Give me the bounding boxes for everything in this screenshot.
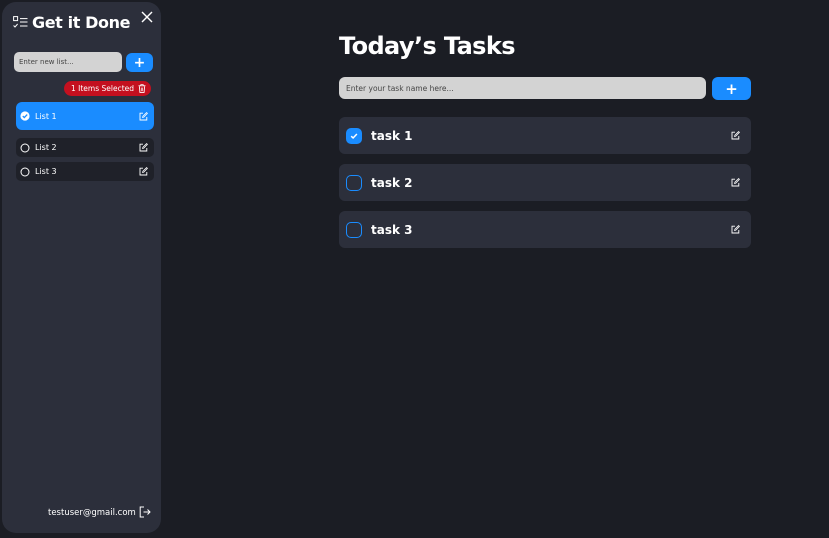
edit-icon[interactable]	[139, 167, 148, 176]
check-icon	[350, 132, 358, 139]
new-list-input[interactable]	[14, 52, 122, 72]
edit-icon[interactable]	[731, 131, 740, 140]
edit-icon[interactable]	[139, 143, 148, 152]
checklist-icon	[13, 15, 28, 28]
task-name: task 1	[371, 128, 413, 143]
sidebar-item-list-2[interactable]: List 2	[16, 138, 154, 157]
edit-icon[interactable]	[731, 225, 740, 234]
selected-count-label: 1 Items Selected	[71, 84, 135, 93]
task-checkbox[interactable]	[346, 221, 362, 238]
circle-icon[interactable]	[20, 143, 30, 153]
task-checkbox[interactable]	[346, 174, 362, 191]
check-icon[interactable]	[20, 111, 30, 121]
task-name: task 3	[371, 222, 413, 237]
selected-items-badge[interactable]: 1 Items Selected	[64, 81, 152, 96]
task-item-1[interactable]: task 1	[339, 117, 751, 154]
brand: Get it Done	[13, 13, 130, 32]
task-item-3[interactable]: task 3	[339, 211, 751, 248]
edit-icon[interactable]	[139, 111, 148, 121]
task-name: task 2	[371, 175, 413, 190]
list-label: List 3	[35, 167, 57, 176]
task-checkbox[interactable]	[346, 127, 362, 144]
brand-title: Get it Done	[32, 13, 131, 32]
add-list-button[interactable]: +	[126, 53, 153, 72]
list-label: List 2	[35, 143, 57, 152]
close-icon[interactable]	[140, 10, 154, 24]
task-name-input[interactable]	[339, 77, 706, 99]
task-item-2[interactable]: task 2	[339, 164, 751, 201]
list-label: List 1	[35, 111, 57, 121]
trash-icon[interactable]	[138, 84, 146, 93]
logout-icon[interactable]	[139, 506, 151, 518]
user-email: testuser@gmail.com	[48, 508, 136, 518]
page-title: Today’s Tasks	[339, 32, 516, 60]
circle-icon[interactable]	[20, 167, 30, 177]
sidebar-item-list-1[interactable]: List 1	[16, 102, 154, 130]
add-task-button[interactable]: +	[712, 77, 751, 100]
edit-icon[interactable]	[731, 178, 740, 187]
sidebar: Get it Done + 1 Items Selected List 1	[2, 2, 161, 533]
sidebar-item-list-3[interactable]: List 3	[16, 162, 154, 181]
